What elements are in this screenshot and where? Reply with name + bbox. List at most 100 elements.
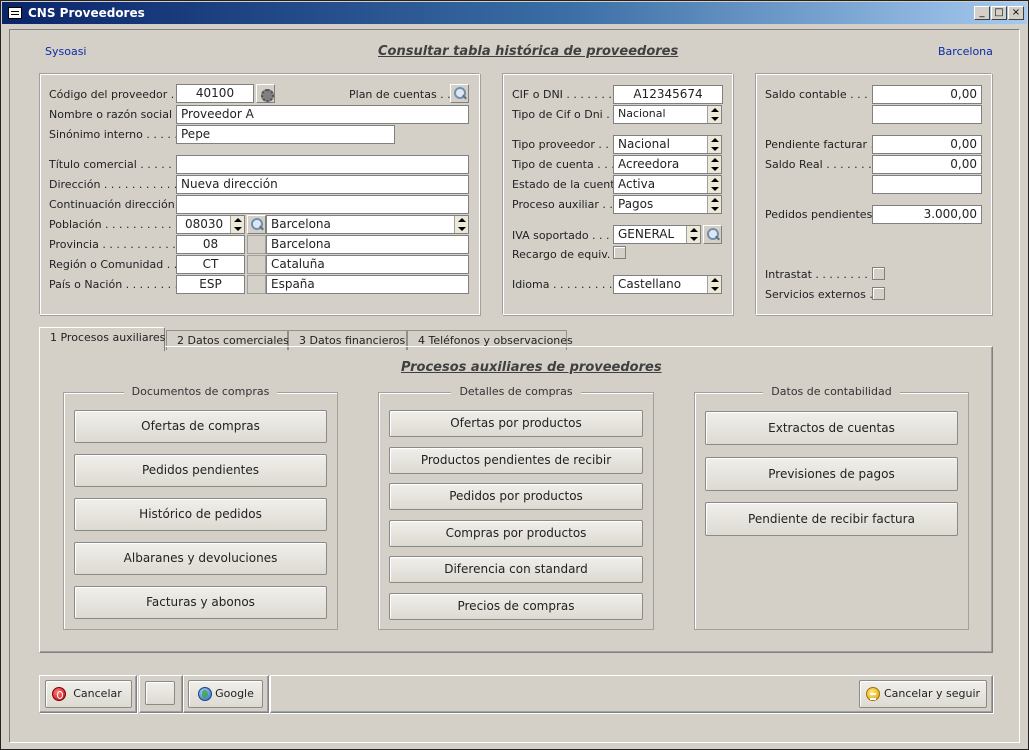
cancel-icon	[52, 687, 66, 701]
maximize-button[interactable]: □	[991, 6, 1007, 20]
recargo-checkbox[interactable]	[613, 246, 626, 259]
poblacion-cp-value: 08030	[185, 217, 224, 231]
provincia-button[interactable]	[247, 235, 266, 254]
google-button[interactable]: Google	[188, 680, 263, 708]
tipo-prov-select[interactable]: Nacional	[613, 135, 722, 154]
intrastat-checkbox[interactable]	[872, 267, 885, 280]
nombre-field[interactable]: Proveedor A	[176, 105, 469, 124]
pedidos-productos-button[interactable]: Pedidos por productos	[389, 483, 643, 510]
iva-select[interactable]: GENERAL	[613, 225, 701, 244]
main-window: CNS Proveedores _ □ × Sysoasi Consultar …	[0, 0, 1029, 750]
poblacion-search-icon[interactable]	[247, 215, 266, 234]
poblacion-label: Población . . . . . . . . . . .	[49, 218, 179, 231]
previsiones-pagos-button[interactable]: Previsiones de pagos	[705, 457, 958, 491]
iva-spinner[interactable]	[686, 226, 700, 243]
proceso-value: Pagos	[618, 197, 654, 211]
iva-value: GENERAL	[618, 227, 675, 241]
iva-search-icon[interactable]	[703, 225, 722, 244]
cancel-label: Cancelar	[73, 687, 122, 700]
poblacion-field[interactable]: Barcelona	[266, 215, 469, 234]
estado-label: Estado de la cuenta .	[512, 178, 629, 191]
provincia-code-field[interactable]: 08	[176, 235, 245, 254]
idioma-spinner[interactable]	[707, 276, 721, 293]
pendiente-recibir-factura-button[interactable]: Pendiente de recibir factura	[705, 502, 958, 536]
continuacion-field[interactable]	[176, 195, 469, 214]
pedidos-pendientes-button[interactable]: Pedidos pendientes	[74, 454, 327, 487]
region-label: Región o Comunidad . . .	[49, 258, 185, 271]
real-label: Saldo Real . . . . . . .	[765, 158, 872, 171]
tipo-cif-spinner[interactable]	[707, 106, 721, 123]
tab-procesos-auxiliares[interactable]: 1 Procesos auxiliares	[39, 327, 165, 351]
group-title: Detalles de compras	[451, 385, 581, 398]
tipo-cuenta-label: Tipo de cuenta . . . .	[512, 158, 622, 171]
plan-search-icon[interactable]	[450, 84, 469, 103]
diferencia-standard-button[interactable]: Diferencia con standard	[389, 556, 643, 583]
region-field[interactable]: Cataluña	[266, 255, 469, 274]
saldo-label: Saldo contable . . . .	[765, 88, 875, 101]
globe-icon	[198, 687, 212, 701]
region-code-field[interactable]: CT	[176, 255, 245, 274]
gear-icon[interactable]	[256, 84, 275, 103]
cancel-button[interactable]: Cancelar	[45, 680, 132, 708]
poblacion-cp-field[interactable]: 08030	[176, 215, 245, 234]
google-label: Google	[215, 687, 254, 700]
page-title: Consultar tabla histórica de proveedores	[378, 44, 679, 59]
saldo-field: 0,00	[872, 85, 982, 104]
servicios-checkbox[interactable]	[872, 287, 885, 300]
sinonimo-field[interactable]: Pepe	[176, 125, 395, 144]
compras-productos-button[interactable]: Compras por productos	[389, 520, 643, 547]
blank-button[interactable]	[145, 681, 175, 705]
pais-button[interactable]	[247, 275, 266, 294]
close-button[interactable]: ×	[1008, 6, 1024, 20]
idioma-select[interactable]: Castellano	[613, 275, 722, 294]
provincia-label: Provincia . . . . . . . . . . .	[49, 238, 176, 251]
estado-value: Activa	[618, 177, 656, 191]
proceso-select[interactable]: Pagos	[613, 195, 722, 214]
estado-spinner[interactable]	[707, 176, 721, 193]
cancel-continue-button[interactable]: Cancelar y seguir	[859, 680, 987, 708]
estado-select[interactable]: Activa	[613, 175, 722, 194]
tipo-cif-label: Tipo de Cif o Dni . .	[512, 108, 617, 121]
cif-field[interactable]: A12345674	[613, 85, 723, 104]
tipo-cuenta-select[interactable]: Acreedora	[613, 155, 722, 174]
app-icon[interactable]	[8, 7, 22, 19]
codigo-field[interactable]: 40100	[176, 84, 254, 103]
tipo-cuenta-spinner[interactable]	[707, 156, 721, 173]
saldo-extra-field	[872, 105, 982, 124]
continue-icon	[866, 687, 880, 701]
tipo-prov-spinner[interactable]	[707, 136, 721, 153]
idioma-label: Idioma . . . . . . . . . .	[512, 278, 620, 291]
pais-code-field[interactable]: ESP	[176, 275, 245, 294]
ofertas-productos-button[interactable]: Ofertas por productos	[389, 410, 643, 437]
recargo-label: Recargo de equiv. . .	[512, 248, 625, 261]
albaranes-devoluciones-button[interactable]: Albaranes y devoluciones	[74, 542, 327, 575]
intrastat-label: Intrastat . . . . . . . .	[765, 268, 868, 281]
cif-label: CIF o DNI . . . . . . . .	[512, 88, 619, 101]
continuacion-label: Continuación dirección .	[49, 198, 182, 211]
title-bar[interactable]: CNS Proveedores _ □ ×	[2, 2, 1027, 24]
proceso-spinner[interactable]	[707, 196, 721, 213]
facturas-abonos-button[interactable]: Facturas y abonos	[74, 586, 327, 619]
pais-field[interactable]: España	[266, 275, 469, 294]
historico-pedidos-button[interactable]: Histórico de pedidos	[74, 498, 327, 531]
region-button[interactable]	[247, 255, 266, 274]
provincia-field[interactable]: Barcelona	[266, 235, 469, 254]
titulo-label: Título comercial . . . . . . .	[49, 158, 186, 171]
real-field: 0,00	[872, 155, 982, 174]
productos-pendientes-button[interactable]: Productos pendientes de recibir	[389, 447, 643, 474]
pendiente-label: Pendiente facturar .	[765, 138, 875, 151]
plan-label: Plan de cuentas . . .	[349, 88, 458, 101]
tipo-cif-select[interactable]: Nacional	[613, 105, 722, 124]
precios-compras-button[interactable]: Precios de compras	[389, 593, 643, 620]
tipo-prov-value: Nacional	[618, 137, 670, 151]
poblacion-cp-spinner[interactable]	[230, 216, 244, 233]
poblacion-spinner[interactable]	[454, 216, 468, 233]
cancel-continue-label: Cancelar y seguir	[883, 687, 981, 700]
titulo-field[interactable]	[176, 155, 469, 174]
ofertas-compras-button[interactable]: Ofertas de compras	[74, 410, 327, 443]
direccion-field[interactable]: Nueva dirección	[176, 175, 469, 194]
minimize-button[interactable]: _	[974, 6, 990, 20]
poblacion-value: Barcelona	[271, 217, 331, 231]
group-title: Datos de contabilidad	[763, 385, 900, 398]
extractos-cuentas-button[interactable]: Extractos de cuentas	[705, 411, 958, 445]
